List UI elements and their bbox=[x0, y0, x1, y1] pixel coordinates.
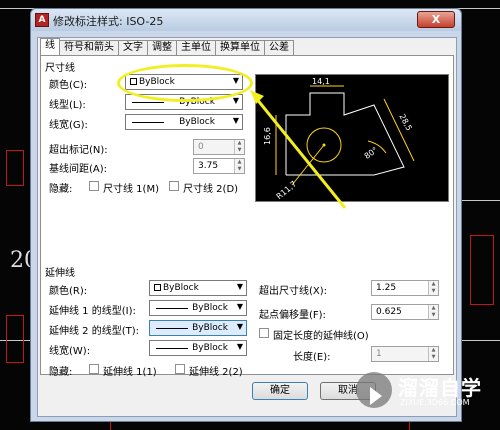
tab-lines[interactable]: 线 bbox=[40, 38, 60, 55]
watermark-title: 溜溜自学 bbox=[398, 376, 482, 400]
watermark-url: ZIXUE.3D66.COM bbox=[400, 398, 470, 407]
play-logo-icon bbox=[356, 372, 392, 408]
watermark-logo: 溜溜自学 ZIXUE.3D66.COM bbox=[356, 366, 498, 416]
